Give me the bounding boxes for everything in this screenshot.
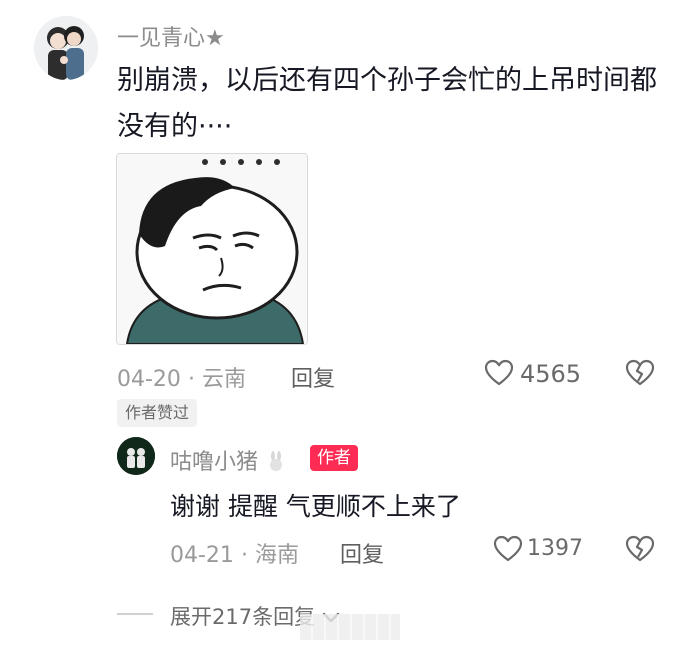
reply-reply-button[interactable]: 回复 <box>340 537 384 569</box>
comment-reply-button[interactable]: 回复 <box>291 361 335 393</box>
reply-username[interactable]: 咕噜小猪 <box>170 444 287 476</box>
broken-heart-icon <box>625 535 655 562</box>
reply-text: 谢谢 提醒 气更顺不上来了 <box>170 492 461 521</box>
comment-like-button[interactable] <box>483 357 515 389</box>
reply-like-button[interactable] <box>492 533 524 565</box>
reply-location: 海南 <box>254 543 299 568</box>
comment-date: 04-20 <box>117 367 181 392</box>
commenter-username[interactable]: 一见青心★ <box>117 20 225 52</box>
reply-avatar[interactable] <box>117 437 155 475</box>
meta-separator: · <box>240 543 248 568</box>
reply-username-text: 咕噜小猪 <box>170 450 259 475</box>
broken-heart-icon <box>625 359 655 386</box>
rabbit-icon <box>270 451 283 471</box>
comment-location: 云南 <box>201 367 246 392</box>
comment-like-count: 4565 <box>520 360 582 388</box>
heart-icon <box>493 535 523 562</box>
comment-text: 别崩溃，以后还有四个孙子会忙的上吊时间都没有的···· <box>117 65 657 142</box>
reply-date: 04-21 <box>170 543 234 568</box>
expand-replies-label: 展开217条回复 <box>170 605 316 629</box>
reply-dislike-button[interactable] <box>624 533 656 565</box>
heart-icon <box>484 359 514 386</box>
comment-dislike-button[interactable] <box>624 357 656 389</box>
author-liked-badge: 作者赞过 <box>117 399 198 427</box>
reply-like-count: 1397 <box>527 536 583 561</box>
commenter-username-text: 一见青心★ <box>117 26 225 51</box>
meta-separator: · <box>187 367 195 392</box>
comment-sticker-image[interactable] <box>116 153 308 345</box>
author-badge: 作者 <box>310 445 358 471</box>
reply-meta: 04-21 · 海南 <box>170 537 299 569</box>
expand-divider <box>117 613 153 615</box>
watermark-overlay <box>300 614 400 640</box>
comment-meta: 04-20 · 云南 <box>117 361 246 393</box>
commenter-avatar[interactable] <box>34 16 98 80</box>
